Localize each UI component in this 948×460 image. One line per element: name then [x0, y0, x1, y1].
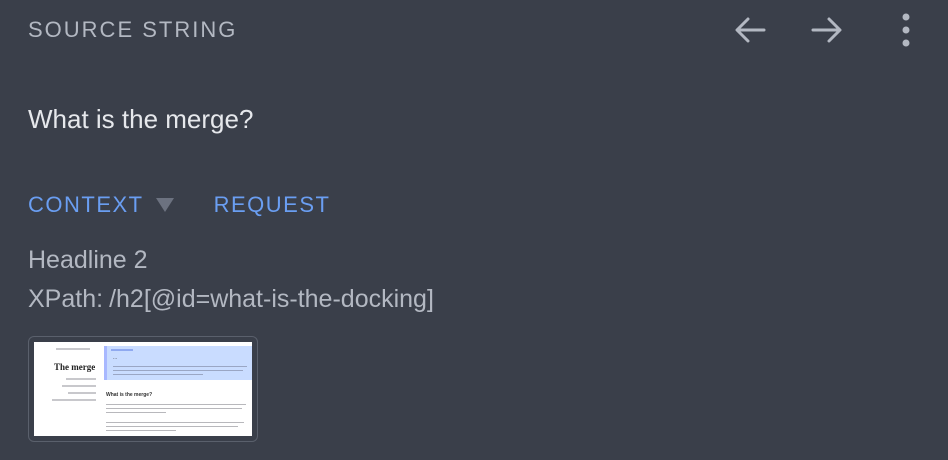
caret-down-icon[interactable] [155, 198, 174, 212]
thumbnail-image: The merge ... What is the merge? [34, 342, 252, 436]
thumbnail-line [113, 366, 247, 367]
thumbnail-banner: ... [104, 346, 252, 380]
source-string-panel: SOURCE STRING What is the merge? CONTEXT… [0, 0, 948, 460]
tab-request[interactable]: REQUEST [214, 192, 331, 218]
thumbnail-section-heading: What is the merge? [106, 392, 153, 398]
thumbnail-line [106, 422, 244, 423]
xpath-label: XPath: [28, 285, 104, 313]
context-element-type: Headline 2 [28, 246, 148, 274]
thumbnail-line [62, 385, 96, 387]
thumbnail-line [66, 378, 96, 380]
thumbnail-line [113, 374, 203, 375]
arrow-left-icon [735, 17, 766, 43]
thumbnail-line [106, 430, 176, 431]
thumbnail-sidebar: The merge [40, 346, 98, 434]
thumbnail-line [106, 426, 238, 427]
thumbnail-line [111, 349, 133, 351]
thumbnail-banner-title: ... [113, 355, 118, 361]
more-vertical-icon [902, 13, 910, 47]
tab-context[interactable]: CONTEXT [28, 192, 144, 218]
thumbnail-page-title: The merge [54, 362, 96, 372]
thumbnail-line [52, 399, 96, 401]
thumbnail-line [56, 348, 90, 350]
thumbnail-line [68, 392, 96, 394]
thumbnail-line [106, 408, 242, 409]
previous-string-button[interactable] [728, 10, 772, 50]
xpath-value: /h2[@id=what-is-the-docking] [109, 285, 434, 313]
context-tabs: CONTEXT REQUEST [28, 192, 330, 218]
thumbnail-line [106, 404, 246, 405]
source-string-text: What is the merge? [28, 104, 254, 134]
arrow-right-icon [811, 17, 842, 43]
thumbnail-line [106, 412, 166, 413]
next-string-button[interactable] [805, 10, 849, 50]
more-options-button[interactable] [884, 10, 928, 50]
section-label: SOURCE STRING [28, 17, 238, 42]
context-screenshot-thumbnail[interactable]: The merge ... What is the merge? [28, 336, 258, 442]
thumbnail-line [113, 370, 243, 371]
context-xpath: XPath: /h2[@id=what-is-the-docking] [28, 285, 434, 314]
